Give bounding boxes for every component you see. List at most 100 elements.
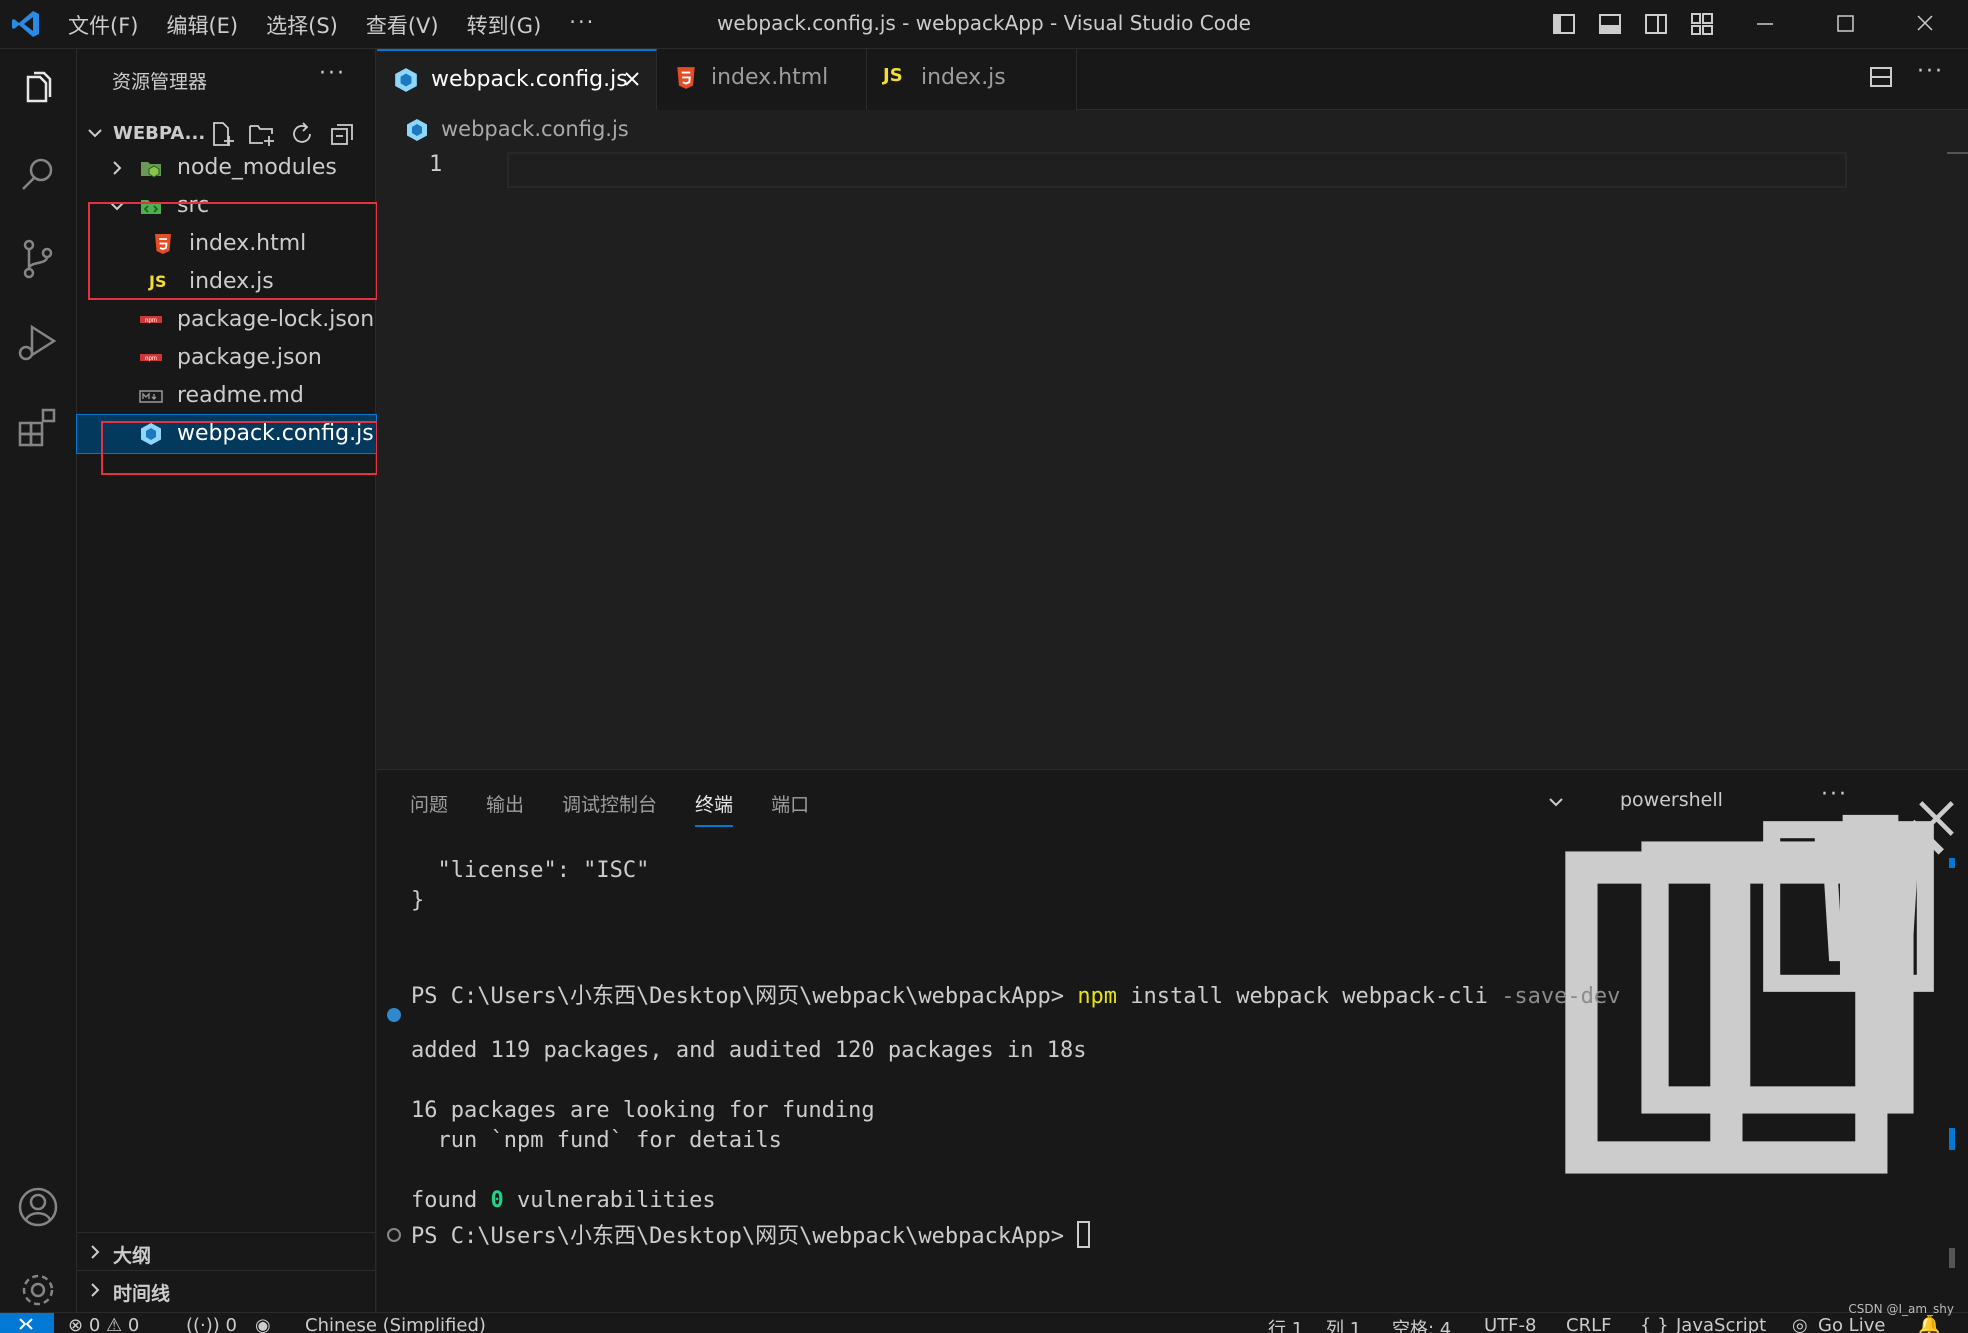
error-count: 0 bbox=[88, 1315, 101, 1333]
panel-tab-ports[interactable]: 端口 bbox=[771, 790, 809, 827]
html5-icon bbox=[677, 67, 695, 89]
close-window-icon[interactable] bbox=[1910, 10, 1940, 38]
collapse-all-icon[interactable] bbox=[327, 119, 357, 149]
remote-icon bbox=[19, 1318, 33, 1330]
editor-more-actions-button[interactable]: ··· bbox=[1917, 59, 1944, 84]
eye-icon[interactable]: ◉ bbox=[255, 1315, 271, 1333]
explorer-title: 资源管理器 bbox=[112, 71, 208, 93]
tab-index-js[interactable]: JS index.js bbox=[867, 49, 1077, 110]
terminal-prompt: PS C:\Users\小东西\Desktop\网页\webpack\webpa… bbox=[411, 984, 1065, 1009]
run-debug-activity[interactable] bbox=[14, 319, 62, 367]
manage-activity[interactable] bbox=[14, 1266, 62, 1314]
annotation-box-webpack-config bbox=[101, 421, 378, 475]
watermark: CSDN @I_am_shy bbox=[1848, 1302, 1954, 1316]
terminal-args: install webpack webpack-cli bbox=[1130, 984, 1488, 1009]
cursor-col-status[interactable]: 列 1 bbox=[1326, 1315, 1361, 1333]
command-success-decoration[interactable] bbox=[387, 1008, 401, 1022]
eol-status[interactable]: CRLF bbox=[1566, 1315, 1611, 1333]
panel-more-button[interactable]: ··· bbox=[1821, 782, 1848, 807]
notifications-bell-icon[interactable]: 🔔 bbox=[1918, 1315, 1940, 1333]
go-live-button[interactable]: Go Live bbox=[1818, 1315, 1885, 1333]
tree-item-package-json[interactable]: npm package.json bbox=[77, 339, 376, 377]
extensions-activity[interactable] bbox=[14, 403, 62, 451]
accounts-activity[interactable] bbox=[14, 1183, 62, 1231]
menu-view[interactable]: 查看(V) bbox=[366, 10, 439, 40]
toggle-panel-icon[interactable] bbox=[1596, 10, 1624, 38]
tree-item-package-lock[interactable]: npm package-lock.json bbox=[77, 301, 376, 339]
split-editor-icon[interactable] bbox=[1867, 63, 1895, 91]
ports-count: 0 bbox=[225, 1315, 237, 1333]
panel-tab-problems[interactable]: 问题 bbox=[410, 790, 448, 827]
close-panel-icon[interactable] bbox=[1905, 787, 1968, 850]
search-activity[interactable] bbox=[14, 151, 62, 199]
menu-go[interactable]: 转到(G) bbox=[467, 10, 542, 40]
customize-layout-icon[interactable] bbox=[1688, 10, 1716, 38]
code-editor[interactable]: 1 bbox=[377, 152, 1968, 769]
menu-bar: 文件(F) 编辑(E) 选择(S) 查看(V) 转到(G) ··· bbox=[68, 10, 623, 40]
markdown-icon bbox=[139, 390, 163, 403]
terminal-prompt-line[interactable]: PS C:\Users\小东西\Desktop\网页\webpack\webpa… bbox=[411, 1218, 1091, 1250]
svg-text:npm: npm bbox=[145, 318, 157, 324]
terminal-line: } bbox=[411, 888, 425, 913]
vscode-logo-icon[interactable] bbox=[10, 8, 42, 40]
tab-index-html[interactable]: index.html bbox=[657, 49, 867, 110]
terminal-shell-name[interactable]: powershell bbox=[1620, 789, 1723, 811]
editor-scrollbar[interactable] bbox=[1947, 152, 1968, 154]
panel-tab-output[interactable]: 输出 bbox=[486, 790, 524, 827]
menu-selection[interactable]: 选择(S) bbox=[266, 10, 338, 40]
line-number: 1 bbox=[429, 152, 443, 177]
menu-file[interactable]: 文件(F) bbox=[68, 10, 138, 40]
new-file-icon[interactable] bbox=[207, 119, 237, 149]
terminal-found-count: 0 bbox=[490, 1188, 504, 1213]
status-bar: ⊗ 0 ⚠ 0 ((·)) 0 ◉ Chinese (Simplified) 行… bbox=[0, 1312, 1968, 1333]
language-braces-icon: { } bbox=[1640, 1315, 1669, 1333]
language-mode-status[interactable]: JavaScript bbox=[1676, 1315, 1766, 1333]
layout-controls bbox=[1550, 10, 1716, 38]
tree-item-label: package.json bbox=[177, 345, 322, 370]
explorer-activity[interactable] bbox=[14, 67, 62, 115]
title-bar: 文件(F) 编辑(E) 选择(S) 查看(V) 转到(G) ··· webpac… bbox=[0, 0, 1968, 49]
tree-item-node-modules[interactable]: node_modules bbox=[77, 149, 376, 187]
remote-indicator[interactable] bbox=[0, 1313, 54, 1333]
menu-more-button[interactable]: ··· bbox=[569, 10, 595, 40]
tree-item-label: readme.md bbox=[177, 383, 304, 408]
breadcrumb-file[interactable]: webpack.config.js bbox=[441, 117, 629, 141]
tab-label: index.html bbox=[711, 65, 829, 90]
close-icon[interactable] bbox=[621, 68, 643, 90]
menu-edit[interactable]: 编辑(E) bbox=[166, 10, 238, 40]
workspace-root[interactable]: WEBPA... bbox=[77, 115, 376, 151]
toggle-primary-sidebar-icon[interactable] bbox=[1550, 10, 1578, 38]
tree-item-readme[interactable]: readme.md bbox=[77, 377, 376, 415]
ports-status[interactable]: ((·)) 0 bbox=[186, 1315, 237, 1333]
chevron-down-icon[interactable] bbox=[1547, 787, 1565, 815]
panel-tab-debug-console[interactable]: 调试控制台 bbox=[562, 790, 657, 827]
editor-tab-bar: webpack.config.js index.html JS index.js… bbox=[377, 49, 1968, 110]
refresh-icon[interactable] bbox=[287, 119, 317, 149]
terminal-scroll-marker bbox=[1949, 1128, 1955, 1150]
minimize-icon[interactable] bbox=[1750, 10, 1780, 38]
outline-label: 大纲 bbox=[113, 1245, 152, 1267]
terminal-scrollbar[interactable] bbox=[1949, 1248, 1955, 1268]
tab-webpack-config[interactable]: webpack.config.js bbox=[377, 49, 657, 110]
run-debug-icon bbox=[18, 324, 57, 361]
command-pending-decoration[interactable] bbox=[387, 1228, 401, 1242]
toggle-secondary-sidebar-icon[interactable] bbox=[1642, 10, 1670, 38]
language-pack-status[interactable]: Chinese (Simplified) bbox=[305, 1315, 486, 1333]
explorer-more-button[interactable]: ··· bbox=[319, 61, 346, 86]
webpack-icon bbox=[395, 68, 417, 92]
outline-section[interactable]: 大纲 bbox=[77, 1232, 376, 1270]
tab-label: index.js bbox=[921, 65, 1006, 90]
timeline-section[interactable]: 时间线 bbox=[77, 1270, 376, 1308]
workspace-name: WEBPA... bbox=[113, 123, 206, 144]
new-folder-icon[interactable] bbox=[247, 119, 277, 149]
panel-tab-terminal[interactable]: 终端 bbox=[695, 790, 734, 827]
source-control-activity[interactable] bbox=[14, 235, 62, 283]
webpack-icon bbox=[407, 119, 427, 141]
terminal-line: added 119 packages, and audited 120 pack… bbox=[411, 1038, 1087, 1063]
encoding-status[interactable]: UTF-8 bbox=[1484, 1315, 1536, 1333]
tree-item-label: package-lock.json bbox=[177, 307, 375, 332]
maximize-icon[interactable] bbox=[1830, 10, 1860, 38]
cursor-line-status[interactable]: 行 1 bbox=[1268, 1315, 1303, 1333]
problems-status[interactable]: ⊗ 0 ⚠ 0 bbox=[68, 1315, 139, 1333]
indentation-status[interactable]: 空格: 4 bbox=[1392, 1315, 1451, 1333]
